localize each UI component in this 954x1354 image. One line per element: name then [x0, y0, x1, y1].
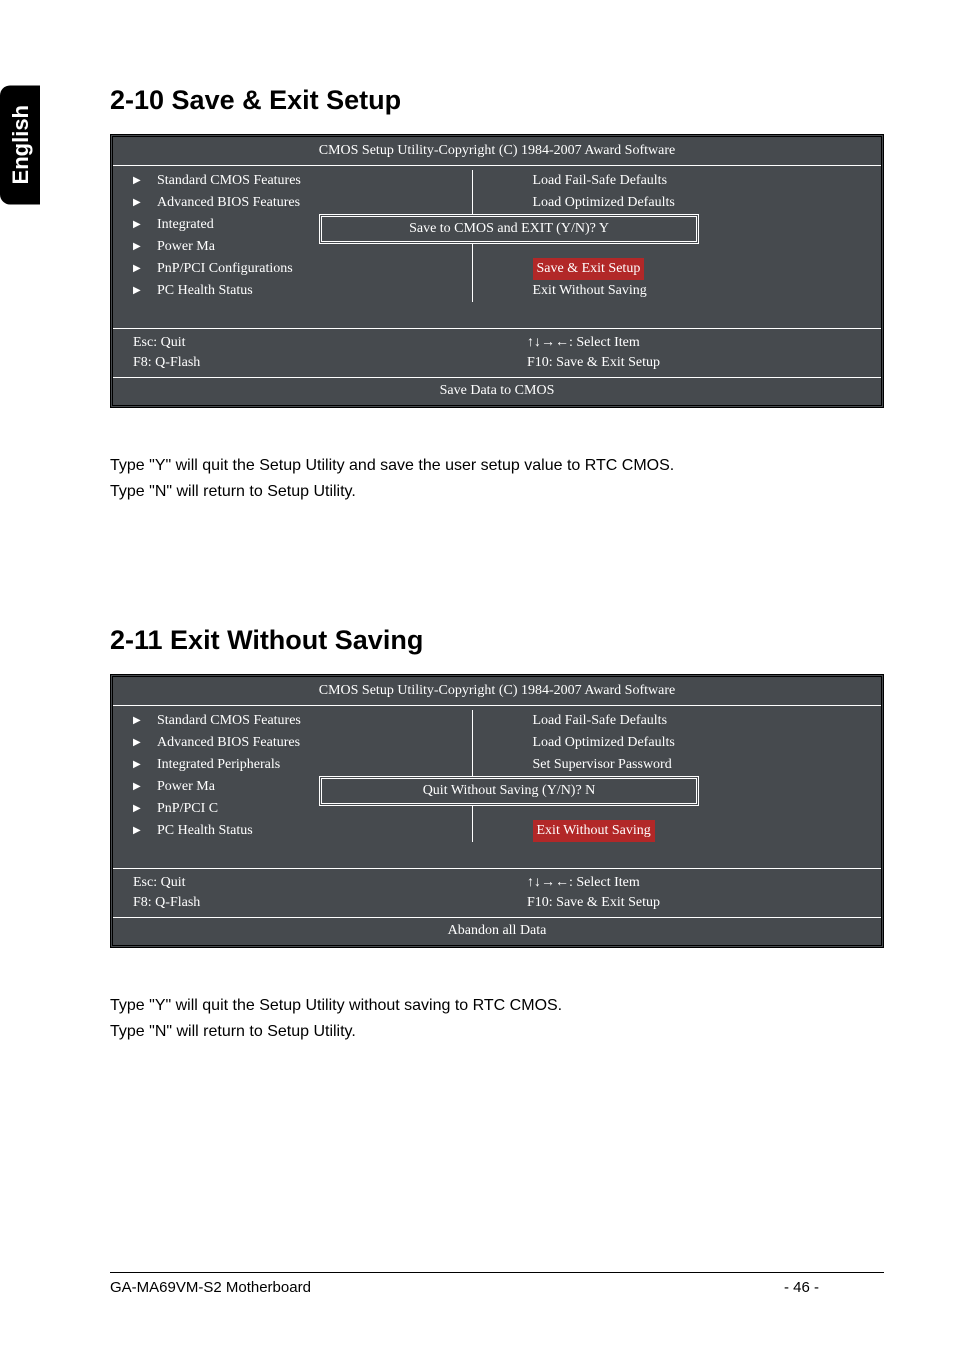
language-tab: English [0, 85, 40, 204]
menu-label: Integrated Peripherals [157, 754, 280, 776]
menu-item[interactable]: ▶PC Health Status [133, 820, 462, 842]
hint-f10: F10: Save & Exit Setup [527, 353, 861, 373]
text-line: Type "Y" will quit the Setup Utility wit… [110, 993, 884, 1019]
text-line: Type "Y" will quit the Setup Utility and… [110, 453, 884, 479]
menu-label: Exit Without Saving [533, 280, 647, 302]
footer-right: ↑↓→←: Select Item F10: Save & Exit Setup [467, 333, 861, 373]
menu-label: Power Ma [157, 236, 215, 258]
hint-f8: F8: Q-Flash [133, 353, 467, 373]
arrow-right-icon: ▶ [133, 754, 157, 776]
arrow-right-icon: ▶ [133, 258, 157, 280]
bios-status-bar: Save Data to CMOS [113, 377, 881, 405]
bios-screen-save-exit: CMOS Setup Utility-Copyright (C) 1984-20… [110, 134, 884, 408]
text-line: Type "N" will return to Setup Utility. [110, 1019, 884, 1045]
arrow-right-icon: ▶ [133, 710, 157, 732]
bios-title: CMOS Setup Utility-Copyright (C) 1984-20… [113, 677, 881, 705]
menu-item[interactable]: ▶Integrated Peripherals [133, 754, 462, 776]
menu-item[interactable]: ▶Advanced BIOS Features [133, 732, 462, 754]
bios-body: ▶Standard CMOS Features ▶Advanced BIOS F… [113, 165, 881, 328]
menu-item[interactable]: Exit Without Saving [533, 280, 862, 302]
menu-item[interactable]: ▶Standard CMOS Features [133, 170, 462, 192]
menu-label: PC Health Status [157, 280, 253, 302]
arrow-right-icon: ▶ [133, 776, 157, 798]
menu-label: Power Ma [157, 776, 215, 798]
menu-item[interactable]: Load Optimized Defaults [533, 732, 862, 754]
bios-status-bar: Abandon all Data [113, 917, 881, 945]
menu-label-selected: Save & Exit Setup [533, 258, 645, 280]
menu-label: PnP/PCI C [157, 798, 218, 820]
menu-label: Standard CMOS Features [157, 170, 301, 192]
arrow-right-icon: ▶ [133, 732, 157, 754]
bios-screen-exit-nosave: CMOS Setup Utility-Copyright (C) 1984-20… [110, 674, 884, 948]
menu-label: Load Optimized Defaults [533, 732, 675, 754]
menu-item[interactable]: Exit Without Saving [533, 820, 862, 842]
menu-item[interactable]: Set Supervisor Password [533, 754, 862, 776]
footer-right: ↑↓→←: Select Item F10: Save & Exit Setup [467, 873, 861, 913]
menu-label: Standard CMOS Features [157, 710, 301, 732]
menu-label: Set Supervisor Password [533, 754, 672, 776]
bios-body: ▶Standard CMOS Features ▶Advanced BIOS F… [113, 705, 881, 868]
menu-label: Load Optimized Defaults [533, 192, 675, 214]
menu-item[interactable]: Load Fail-Safe Defaults [533, 710, 862, 732]
menu-item[interactable]: ▶Standard CMOS Features [133, 710, 462, 732]
menu-label-selected: Exit Without Saving [533, 820, 655, 842]
page-footer: GA-MA69VM-S2 Motherboard - 46 - [110, 1272, 884, 1296]
arrow-right-icon: ▶ [133, 214, 157, 236]
menu-label: PnP/PCI Configurations [157, 258, 293, 280]
hint-arrows: ↑↓→←: Select Item [527, 873, 861, 893]
footer-page-number: - 46 - [784, 1279, 884, 1296]
menu-label: PC Health Status [157, 820, 253, 842]
menu-label: Load Fail-Safe Defaults [533, 170, 668, 192]
menu-label: Integrated [157, 214, 214, 236]
footer-left: Esc: Quit F8: Q-Flash [133, 873, 467, 913]
hint-f8: F8: Q-Flash [133, 893, 467, 913]
menu-item[interactable]: ▶PnP/PCI Configurations [133, 258, 462, 280]
arrow-right-icon: ▶ [133, 170, 157, 192]
bios-title: CMOS Setup Utility-Copyright (C) 1984-20… [113, 137, 881, 165]
description-exit-nosave: Type "Y" will quit the Setup Utility wit… [110, 993, 884, 1045]
menu-label: Advanced BIOS Features [157, 192, 300, 214]
arrow-right-icon: ▶ [133, 280, 157, 302]
footer-model: GA-MA69VM-S2 Motherboard [110, 1279, 784, 1296]
menu-item[interactable]: Save & Exit Setup [533, 258, 862, 280]
page-content: 2-10 Save & Exit Setup CMOS Setup Utilit… [0, 0, 954, 1045]
arrow-right-icon: ▶ [133, 236, 157, 258]
hint-f10: F10: Save & Exit Setup [527, 893, 861, 913]
hint-arrows: ↑↓→←: Select Item [527, 333, 861, 353]
footer-left: Esc: Quit F8: Q-Flash [133, 333, 467, 373]
bios-footer: Esc: Quit F8: Q-Flash ↑↓→←: Select Item … [113, 868, 881, 917]
section-heading-save-exit: 2-10 Save & Exit Setup [110, 85, 884, 116]
menu-label: Load Fail-Safe Defaults [533, 710, 668, 732]
arrow-right-icon: ▶ [133, 192, 157, 214]
description-save-exit: Type "Y" will quit the Setup Utility and… [110, 453, 884, 505]
menu-item[interactable]: ▶PC Health Status [133, 280, 462, 302]
menu-label: Advanced BIOS Features [157, 732, 300, 754]
hint-esc: Esc: Quit [133, 333, 467, 353]
bios-footer: Esc: Quit F8: Q-Flash ↑↓→←: Select Item … [113, 328, 881, 377]
menu-item[interactable]: Load Optimized Defaults [533, 192, 862, 214]
section-heading-exit-nosave: 2-11 Exit Without Saving [110, 625, 884, 656]
quit-confirm-dialog[interactable]: Quit Without Saving (Y/N)? N [319, 776, 699, 806]
save-confirm-dialog[interactable]: Save to CMOS and EXIT (Y/N)? Y [319, 214, 699, 244]
arrow-right-icon: ▶ [133, 820, 157, 842]
arrow-right-icon: ▶ [133, 798, 157, 820]
menu-item[interactable]: Load Fail-Safe Defaults [533, 170, 862, 192]
menu-item[interactable]: ▶Advanced BIOS Features [133, 192, 462, 214]
text-line: Type "N" will return to Setup Utility. [110, 479, 884, 505]
hint-esc: Esc: Quit [133, 873, 467, 893]
